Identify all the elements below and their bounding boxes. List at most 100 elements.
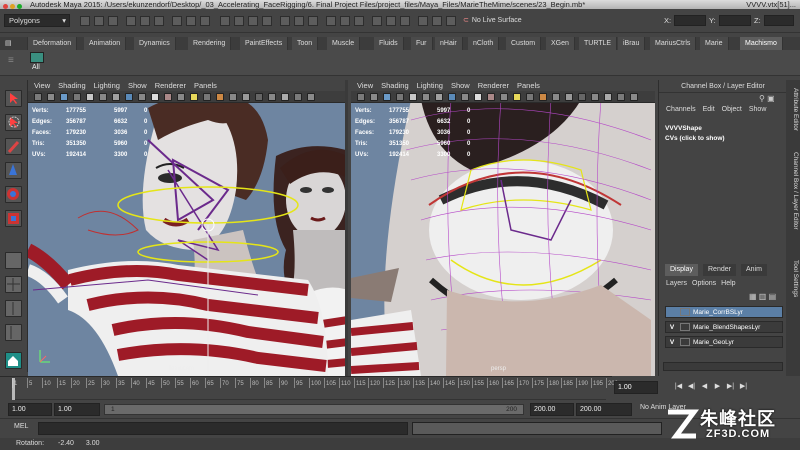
viewport-tool-icon[interactable]	[461, 93, 469, 101]
status-icon[interactable]	[294, 16, 304, 26]
playback-button[interactable]: ▶|	[724, 382, 737, 390]
status-icon[interactable]	[280, 16, 290, 26]
viewport-menu-panels[interactable]: Panels	[194, 81, 217, 90]
shelf-tab[interactable]: Fur	[411, 37, 433, 50]
shelf-tab[interactable]: Dynamics	[134, 37, 176, 50]
viewport-menu-show[interactable]: Show	[128, 81, 147, 90]
status-icon[interactable]	[340, 16, 350, 26]
range-slider[interactable]: 1 200	[104, 404, 524, 415]
status-icon[interactable]	[400, 16, 410, 26]
shelf-tab[interactable]: Toon	[292, 37, 319, 50]
shelf-options-icon[interactable]: ≡	[8, 55, 14, 66]
layer-name[interactable]: Marie_CorrBSLyr	[693, 309, 743, 316]
object-cvs-label[interactable]: CVs (click to show)	[665, 134, 725, 144]
status-icon[interactable]	[234, 16, 244, 26]
status-icon[interactable]	[200, 16, 210, 26]
mel-input[interactable]	[38, 422, 408, 435]
viewport-tool-icon[interactable]	[604, 93, 612, 101]
live-surface-field[interactable]: ⊂ No Live Surface	[463, 14, 563, 27]
viewport-tool-icon[interactable]	[578, 93, 586, 101]
end-time-field[interactable]: 200.00	[576, 403, 632, 416]
viewport-tool-icon[interactable]	[526, 93, 534, 101]
status-icon[interactable]	[80, 16, 90, 26]
shelf-tab[interactable]: Custom	[506, 37, 542, 50]
viewport-tool-icon[interactable]	[281, 93, 289, 101]
layout-four-icon[interactable]	[5, 276, 22, 293]
status-icon[interactable]	[94, 16, 104, 26]
viewport-menu-shading[interactable]: Shading	[381, 81, 409, 90]
shelf-tab[interactable]: Fluids	[374, 37, 404, 50]
viewport-menu-renderer[interactable]: Renderer	[155, 81, 186, 90]
status-icon[interactable]	[140, 16, 150, 26]
channel-box-menu-object[interactable]: Object	[722, 106, 742, 113]
move-tool-icon[interactable]	[5, 162, 22, 179]
status-icon[interactable]	[186, 16, 196, 26]
scale-tool-icon[interactable]	[5, 210, 22, 227]
viewport-tool-icon[interactable]	[307, 93, 315, 101]
status-icon[interactable]	[418, 16, 428, 26]
viewport-tool-icon[interactable]	[164, 93, 172, 101]
shelf-tab[interactable]: XGen	[546, 37, 575, 50]
side-tab-2[interactable]: Tool Settings	[787, 260, 799, 297]
viewport-tool-icon[interactable]	[242, 93, 250, 101]
layer-color-swatch[interactable]	[680, 323, 690, 332]
viewport-tool-icon[interactable]	[591, 93, 599, 101]
channel-box-menu-edit[interactable]: Edit	[703, 106, 715, 113]
viewport-tool-icon[interactable]	[73, 93, 81, 101]
viewport-menu-lighting[interactable]: Lighting	[417, 81, 443, 90]
viewport-tool-icon[interactable]	[138, 93, 146, 101]
viewport-tool-icon[interactable]	[268, 93, 276, 101]
tab-render[interactable]: Render	[703, 264, 736, 276]
viewport-right[interactable]: View Shading Lighting Show Renderer Panels Ve…	[351, 80, 655, 376]
status-icon[interactable]	[154, 16, 164, 26]
status-icon[interactable]	[262, 16, 272, 26]
layer-menu-layers[interactable]: Layers	[666, 280, 687, 287]
viewport-tool-icon[interactable]	[474, 93, 482, 101]
viewport-menu-renderer[interactable]: Renderer	[478, 81, 509, 90]
viewport-tool-icon[interactable]	[151, 93, 159, 101]
viewport-tool-icon[interactable]	[396, 93, 404, 101]
z-field[interactable]	[764, 15, 794, 26]
mel-label[interactable]: MEL	[14, 423, 28, 430]
panel-icons[interactable]: ⚲ ▣	[759, 94, 775, 103]
start-time-field[interactable]: 1.00	[8, 403, 52, 416]
shelf-tab[interactable]: Machismo	[740, 37, 783, 50]
shelf-menu-icon[interactable]: ▤	[0, 37, 28, 50]
viewport-tool-icon[interactable]	[422, 93, 430, 101]
viewport-menu-lighting[interactable]: Lighting	[94, 81, 120, 90]
layer-row[interactable]: Marie_CorrBSLyr	[665, 306, 783, 318]
layer-row[interactable]: V Marie_BlendShapesLyr	[665, 321, 783, 333]
shelf-tab[interactable]: TURTLE	[579, 37, 618, 50]
viewport-tool-icon[interactable]	[112, 93, 120, 101]
channel-box-menu-show[interactable]: Show	[749, 106, 767, 113]
viewport-tool-icon[interactable]	[448, 93, 456, 101]
viewport-tool-icon[interactable]	[552, 93, 560, 101]
viewport-menu-show[interactable]: Show	[451, 81, 470, 90]
playback-button[interactable]: ◀	[698, 382, 711, 390]
layer-row[interactable]: V Marie_GeoLyr	[665, 336, 783, 348]
viewport-tool-icon[interactable]	[500, 93, 508, 101]
shelf-tab[interactable]: PaintEffects	[240, 37, 289, 50]
scene-home-icon[interactable]	[5, 352, 22, 369]
viewport-tool-icon[interactable]	[617, 93, 625, 101]
tab-anim[interactable]: Anim	[741, 264, 767, 276]
menu-set-dropdown[interactable]: Polygons ▾	[4, 14, 70, 27]
layer-name[interactable]: Marie_BlendShapesLyr	[693, 324, 760, 331]
x-field[interactable]	[674, 15, 706, 26]
layer-color-swatch[interactable]	[680, 338, 690, 347]
viewport-tool-icon[interactable]	[47, 93, 55, 101]
shelf-tab[interactable]: iBrau	[618, 37, 646, 50]
viewport-tool-icon[interactable]	[86, 93, 94, 101]
playback-button[interactable]: ▶|	[737, 382, 750, 390]
status-icon[interactable]	[220, 16, 230, 26]
viewport-tool-icon[interactable]	[383, 93, 391, 101]
status-icon[interactable]	[126, 16, 136, 26]
shelf-tab[interactable]: Animation	[84, 37, 127, 50]
viewport-left[interactable]: View Shading Lighting Show Renderer Panels Ve…	[28, 80, 348, 376]
layout-two-icon[interactable]	[5, 300, 22, 317]
viewport-tool-icon[interactable]	[177, 93, 185, 101]
viewport-menu-view[interactable]: View	[34, 81, 50, 90]
y-field[interactable]	[719, 15, 751, 26]
viewport-tool-icon[interactable]	[190, 93, 198, 101]
viewport-tool-icon[interactable]	[409, 93, 417, 101]
